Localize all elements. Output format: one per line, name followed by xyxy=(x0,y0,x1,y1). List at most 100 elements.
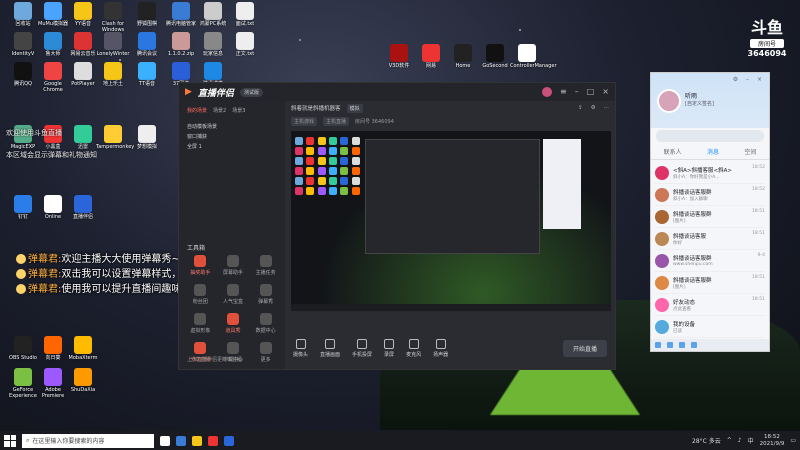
desktop-icon[interactable]: 面试.txt xyxy=(228,2,262,27)
apps-icon[interactable] xyxy=(691,342,697,348)
tab-scene-3[interactable]: 场景3 xyxy=(232,107,245,114)
control-button[interactable]: 扬声器 xyxy=(433,338,448,358)
app-icon[interactable] xyxy=(224,435,234,446)
chat-search-input[interactable] xyxy=(656,130,764,142)
chat-list-item[interactable]: 斜播谈话客服群 [图片] 18:51 xyxy=(655,272,765,294)
tray-chevron-icon[interactable]: ^ xyxy=(727,437,732,444)
maximize-icon[interactable]: □ xyxy=(587,87,595,97)
desktop-icon[interactable]: 网易云音乐 xyxy=(66,32,100,57)
desktop-icon[interactable]: YY语音 xyxy=(66,2,100,27)
chat-list-item[interactable]: 好友动态 点此查看 18:51 xyxy=(655,294,765,316)
tab-messages[interactable]: 消息 xyxy=(707,147,719,156)
desktop-icon[interactable]: 钉钉 xyxy=(6,195,40,220)
notification-icon[interactable]: ▭ xyxy=(790,437,796,444)
people-icon[interactable] xyxy=(667,342,673,348)
folder-icon[interactable] xyxy=(192,435,202,446)
live-preview[interactable] xyxy=(291,131,611,311)
chat-list-item[interactable]: 斜播谈话客服 你好 18:51 xyxy=(655,228,765,250)
settings-icon[interactable]: ⚙ xyxy=(591,105,596,111)
desktop-icon[interactable]: 梦想模拟 xyxy=(130,125,164,150)
control-button[interactable]: 录屏 xyxy=(384,338,394,358)
share-icon[interactable]: ⇪ xyxy=(578,105,583,111)
desktop-icon[interactable]: Tampermonkey xyxy=(96,125,134,150)
desktop-icon[interactable]: 玩家信息 xyxy=(196,32,230,57)
weather-text[interactable]: 28°C 多云 xyxy=(692,436,721,445)
desktop-icon[interactable]: Home xyxy=(446,44,480,69)
desktop-icon[interactable]: TT语音 xyxy=(130,62,164,87)
tab-contacts[interactable]: 联系人 xyxy=(664,147,682,156)
desktop-icon[interactable]: LonelyWinter xyxy=(96,32,130,57)
chat-list-item[interactable]: 斜播谈话客服群 斜小A：加入群聊 18:52 xyxy=(655,184,765,206)
start-button[interactable] xyxy=(4,434,16,447)
control-button[interactable]: 直播画面 xyxy=(320,338,340,358)
scene-item[interactable]: 自动模板场景 xyxy=(187,122,277,132)
toolbox-item[interactable]: 主播任务 xyxy=(250,255,281,276)
tab-space[interactable]: 空间 xyxy=(744,147,756,156)
toolbox-item[interactable]: 道具秀 xyxy=(218,313,249,334)
edge-icon[interactable] xyxy=(176,435,186,446)
desktop-icon[interactable]: GoSecond xyxy=(478,44,512,69)
desktop-icon[interactable]: 直播伴侣 xyxy=(66,195,100,220)
control-button[interactable]: 麦克风 xyxy=(406,338,421,358)
desktop-icon[interactable]: GeForce Experience xyxy=(6,368,40,399)
desktop-icon[interactable]: 向日葵 xyxy=(36,336,70,361)
control-button[interactable]: 手机投屏 xyxy=(352,338,372,358)
desktop-icon[interactable]: 鸿蒙PC系统 xyxy=(196,2,230,27)
menu-icon[interactable]: ≡ xyxy=(560,87,567,97)
language-indicator[interactable]: 中 xyxy=(748,436,754,445)
desktop-icon[interactable]: MobaXterm xyxy=(66,336,100,361)
desktop-icon[interactable]: OBS Studio xyxy=(6,336,40,361)
room-category[interactable]: 模拟 xyxy=(346,103,363,113)
toolbox-item[interactable]: 弹幕秀 xyxy=(250,284,281,305)
desktop-icon[interactable]: 回收站 xyxy=(6,2,40,27)
desktop-icon[interactable]: 鲁大师 xyxy=(36,32,70,57)
scene-item[interactable]: 窗口捕获 xyxy=(187,132,277,142)
toolbox-item[interactable]: 人气宝盒 xyxy=(218,284,249,305)
desktop-icon[interactable]: 网易 xyxy=(414,44,448,69)
toolbox-item[interactable]: 虚拟形象 xyxy=(185,313,216,334)
toolbox-item[interactable]: 抽奖助手 xyxy=(185,255,216,276)
user-avatar[interactable] xyxy=(542,87,553,97)
chat-list-item[interactable]: 我的设备 已读 xyxy=(655,316,765,338)
room-title[interactable]: 斜着就是斜播机器客 xyxy=(291,104,341,112)
desktop-icon[interactable]: Clash for Windows xyxy=(96,2,130,33)
toolbox-item[interactable]: 屏幕助手 xyxy=(218,255,249,276)
profile-signature[interactable]: [自定义签名] xyxy=(685,100,714,107)
toolbox-item[interactable]: 更多 xyxy=(250,342,281,363)
desktop-icon[interactable]: ControllerManager xyxy=(510,44,557,69)
desktop-icon[interactable]: ShuDaXia xyxy=(66,368,100,393)
room-tag[interactable]: 主机直播 xyxy=(323,116,350,126)
more-icon[interactable]: ⋯ xyxy=(604,105,610,111)
desktop-icon[interactable]: Google Chrome xyxy=(36,62,70,93)
toolbox-item[interactable]: 数据中心 xyxy=(250,313,281,334)
desktop-icon[interactable]: MuMu模拟器 xyxy=(36,2,70,27)
desktop-icon[interactable]: 野狐围棋 xyxy=(130,2,164,27)
chat-list-item[interactable]: 斜播谈话客服群 [图片] 18:51 xyxy=(655,206,765,228)
scene-item[interactable]: 全屏 1 xyxy=(187,142,277,152)
menu-icon[interactable] xyxy=(655,342,661,348)
profile-avatar[interactable] xyxy=(657,89,681,113)
desktop-icon[interactable]: 地上乐土 xyxy=(96,62,130,87)
clock[interactable]: 18:52 2021/9/9 xyxy=(760,434,785,448)
desktop-icon[interactable]: 腾讯会议 xyxy=(130,32,164,57)
desktop-icon[interactable]: 1.1.0.2.zip xyxy=(164,32,198,57)
update-notice[interactable]: 上传直播伴侣更新体验版 xyxy=(187,356,242,363)
desktop-icon[interactable]: 腾讯QQ xyxy=(6,62,40,87)
desktop-icon[interactable]: PotPlayer xyxy=(66,62,100,87)
desktop-icon[interactable]: IdentityV xyxy=(6,32,40,57)
chat-list-item[interactable]: 斜播谈话客服群 www.shenpu.com 9-4 xyxy=(655,250,765,272)
desktop-icon[interactable]: Online xyxy=(36,195,70,220)
desktop-icon[interactable]: 腾讯电脑管家 xyxy=(164,2,198,27)
app-icon[interactable] xyxy=(208,435,218,446)
close-icon[interactable]: × xyxy=(602,87,609,97)
tab-scene-2[interactable]: 场景2 xyxy=(213,107,226,114)
minimize-icon[interactable]: – xyxy=(575,87,579,97)
room-tag[interactable]: 主机游戏 xyxy=(291,116,318,126)
desktop-icon[interactable]: V3D软件 xyxy=(382,44,416,69)
start-live-button[interactable]: 开始直播 xyxy=(562,339,607,357)
task-view-icon[interactable] xyxy=(160,435,170,446)
taskbar-search[interactable]: ⌕ 在这里输入你要搜索的内容 xyxy=(22,433,154,448)
tab-scene-1[interactable]: 我的场景 xyxy=(187,107,207,114)
desktop-icon[interactable]: 迅雷 xyxy=(66,125,100,150)
files-icon[interactable] xyxy=(679,342,685,348)
